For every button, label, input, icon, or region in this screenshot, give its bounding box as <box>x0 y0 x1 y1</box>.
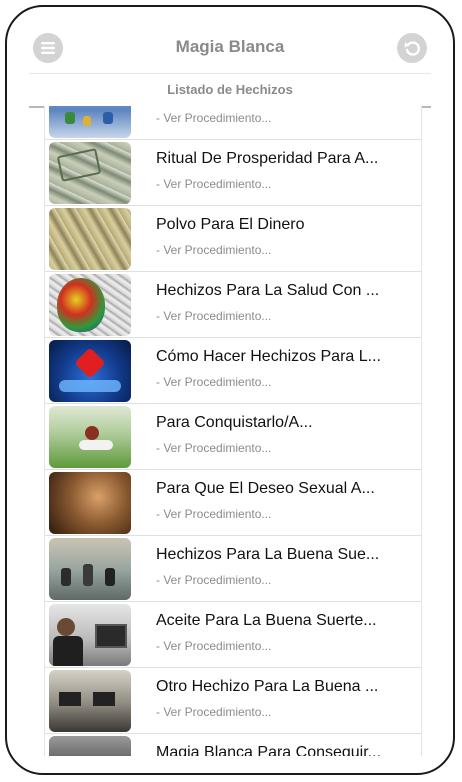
colorful-heart-art <box>49 274 131 336</box>
page-title: Magia Blanca <box>175 37 285 56</box>
list-item[interactable]: Aceite Para La Buena Suerte... - Ver Pro… <box>45 602 421 668</box>
list-item-title: Magia Blanca Para Conseguir... <box>156 744 382 756</box>
list-item-link[interactable]: - Ver Procedimiento... <box>156 177 271 191</box>
couple-photo <box>49 472 131 534</box>
list-item[interactable]: Hechizos Para La Salud Con ... - Ver Pro… <box>45 272 421 338</box>
list-item[interactable]: Ritual De Prosperidad Para A... - Ver Pr… <box>45 140 421 206</box>
dark-office-photo <box>49 736 131 756</box>
list-item[interactable]: Otro Hechizo Para La Buena ... - Ver Pro… <box>45 668 421 734</box>
hands-heart-photo <box>49 340 131 402</box>
list-item[interactable]: Para Que El Deseo Sexual A... - Ver Proc… <box>45 470 421 536</box>
list-item-link[interactable]: - Ver Procedimiento... <box>156 573 271 587</box>
list-item-link[interactable]: - Ver Procedimiento... <box>156 441 271 455</box>
money-pile-photo <box>49 208 131 270</box>
back-arrow-icon <box>404 41 420 56</box>
back-button[interactable] <box>397 33 427 63</box>
list-item-link[interactable]: - Ver Procedimiento... <box>156 243 271 257</box>
list-item-link[interactable]: - Ver Procedimiento... <box>156 111 271 125</box>
list-heading: Listado de Hechizos <box>29 73 431 108</box>
list-item-title: Para Que El Deseo Sexual A... <box>156 480 375 497</box>
banknotes-photo <box>49 142 131 204</box>
office-team-photo <box>49 538 131 600</box>
list-item-link[interactable]: - Ver Procedimiento... <box>156 639 271 653</box>
office-worker-photo <box>49 604 131 666</box>
list-item[interactable]: Cómo Hacer Hechizos Para L... - Ver Proc… <box>45 338 421 404</box>
list-item-title: Aceite Para La Buena Suerte... <box>156 612 377 629</box>
list-item-title: Ritual De Prosperidad Para A... <box>156 150 379 167</box>
list-item[interactable]: Polvo Para El Dinero - Ver Procedimiento… <box>45 206 421 272</box>
list-item[interactable]: - Ver Procedimiento... <box>45 106 421 140</box>
woman-grass-photo <box>49 406 131 468</box>
list-item[interactable]: Magia Blanca Para Conseguir... <box>45 734 421 756</box>
list-item-title: Hechizos Para La Salud Con ... <box>156 282 380 299</box>
list-item-link[interactable]: - Ver Procedimiento... <box>156 705 271 719</box>
list-item-title: Polvo Para El Dinero <box>156 216 305 233</box>
app-header: Magia Blanca <box>7 7 453 73</box>
list-item-title: Hechizos Para La Buena Sue... <box>156 546 380 563</box>
list-item-link[interactable]: - Ver Procedimiento... <box>156 309 271 323</box>
list-item-title: Para Conquistarlo/A... <box>156 414 313 431</box>
mini-figurines-photo <box>49 106 131 138</box>
phone-frame: Magia Blanca Listado de Hechizos - Ver P… <box>5 5 455 775</box>
spell-list-content: - Ver Procedimiento... Ritual De Prosper… <box>45 106 421 756</box>
list-item-title: Cómo Hacer Hechizos Para L... <box>156 348 381 365</box>
list-item-title: Otro Hechizo Para La Buena ... <box>156 678 379 695</box>
office-desks-photo <box>49 670 131 732</box>
list-item-link[interactable]: - Ver Procedimiento... <box>156 507 271 521</box>
spell-list[interactable]: - Ver Procedimiento... Ritual De Prosper… <box>44 106 422 756</box>
list-item-link[interactable]: - Ver Procedimiento... <box>156 375 271 389</box>
list-item[interactable]: Hechizos Para La Buena Sue... - Ver Proc… <box>45 536 421 602</box>
list-item[interactable]: Para Conquistarlo/A... - Ver Procedimien… <box>45 404 421 470</box>
